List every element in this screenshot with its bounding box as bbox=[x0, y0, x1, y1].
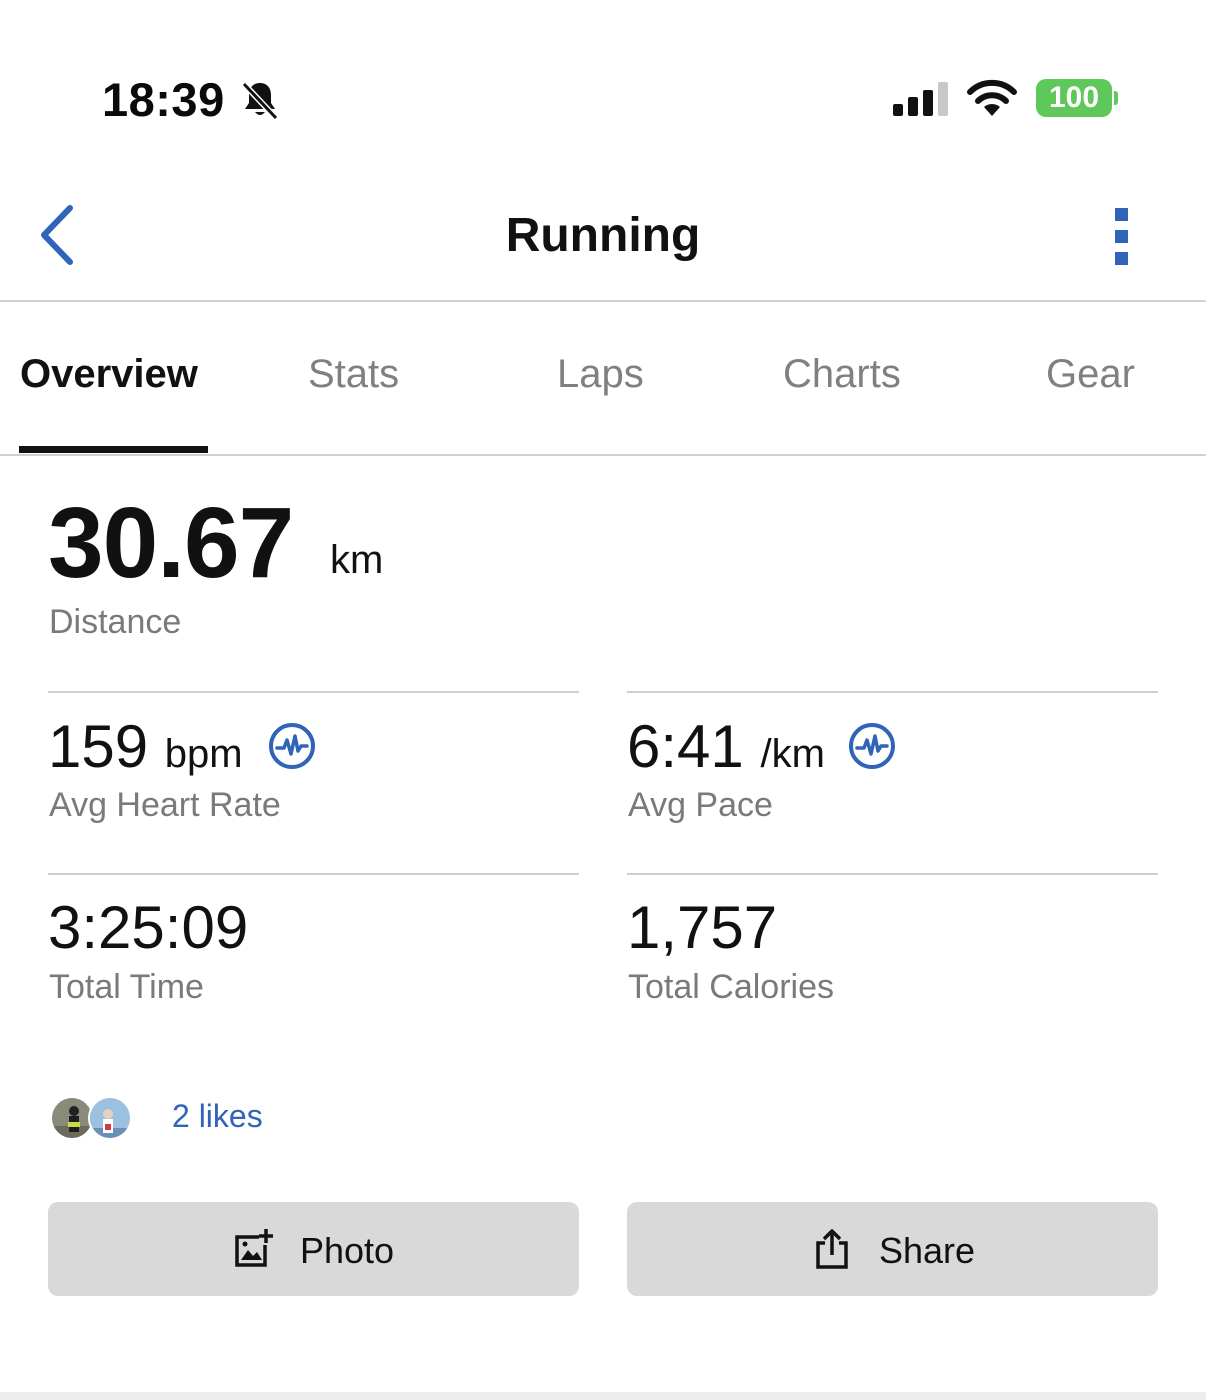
bottom-separator bbox=[0, 1392, 1206, 1400]
divider bbox=[48, 873, 579, 875]
avatar bbox=[88, 1096, 132, 1140]
pace-unit: /km bbox=[760, 732, 825, 776]
total-calories-value: 1,757 bbox=[627, 894, 778, 961]
total-calories-label: Total Calories bbox=[628, 968, 834, 1006]
heart-rate-value: 159 bbox=[48, 713, 149, 780]
tab-overview[interactable]: Overview bbox=[20, 352, 198, 397]
likers-avatars[interactable] bbox=[50, 1096, 132, 1140]
photo-button-label: Photo bbox=[300, 1230, 395, 1271]
status-time: 18:39 bbox=[102, 73, 225, 126]
photo-button[interactable]: Photo bbox=[48, 1202, 579, 1296]
total-time-label: Total Time bbox=[49, 968, 204, 1006]
tab-gear[interactable]: Gear bbox=[1046, 352, 1135, 397]
active-tab-indicator bbox=[19, 446, 208, 453]
divider bbox=[627, 691, 1158, 693]
tab-charts[interactable]: Charts bbox=[783, 352, 901, 397]
wifi-icon bbox=[967, 79, 1017, 116]
tab-stats[interactable]: Stats bbox=[308, 352, 399, 397]
pace-stat: 6:41 /km bbox=[627, 712, 825, 781]
share-button[interactable]: Share bbox=[627, 1202, 1158, 1296]
share-icon bbox=[816, 1229, 848, 1269]
nav-header: Running bbox=[0, 180, 1206, 302]
distance-value: 30.67 bbox=[48, 487, 294, 599]
likes-link[interactable]: 2 likes bbox=[172, 1098, 263, 1135]
pace-label: Avg Pace bbox=[628, 786, 773, 824]
add-photo-icon bbox=[235, 1229, 273, 1267]
heart-rate-stat: 159 bpm bbox=[48, 712, 243, 781]
distance-label: Distance bbox=[49, 603, 182, 641]
distance-unit: km bbox=[330, 538, 384, 582]
pace-value: 6:41 bbox=[627, 713, 744, 780]
tab-laps[interactable]: Laps bbox=[557, 352, 644, 397]
cellular-signal-icon bbox=[893, 82, 948, 116]
share-button-label: Share bbox=[879, 1230, 976, 1271]
divider bbox=[48, 691, 579, 693]
heart-rate-label: Avg Heart Rate bbox=[49, 786, 281, 824]
battery-icon: 100 bbox=[1036, 79, 1120, 117]
battery-level: 100 bbox=[1048, 81, 1100, 114]
tab-bar: Overview Stats Laps Charts Gear bbox=[0, 304, 1206, 456]
vertical-dots-icon[interactable] bbox=[1102, 202, 1142, 272]
heart-rate-unit: bpm bbox=[164, 732, 243, 776]
total-time-value: 3:25:09 bbox=[48, 894, 249, 961]
heart-rate-pulse-icon[interactable] bbox=[847, 721, 897, 771]
status-bar: 18:39 100 bbox=[0, 0, 1206, 150]
bell-slash-icon bbox=[241, 81, 279, 121]
heart-rate-pulse-icon[interactable] bbox=[267, 721, 317, 771]
page-title: Running bbox=[505, 209, 701, 262]
divider bbox=[627, 873, 1158, 875]
